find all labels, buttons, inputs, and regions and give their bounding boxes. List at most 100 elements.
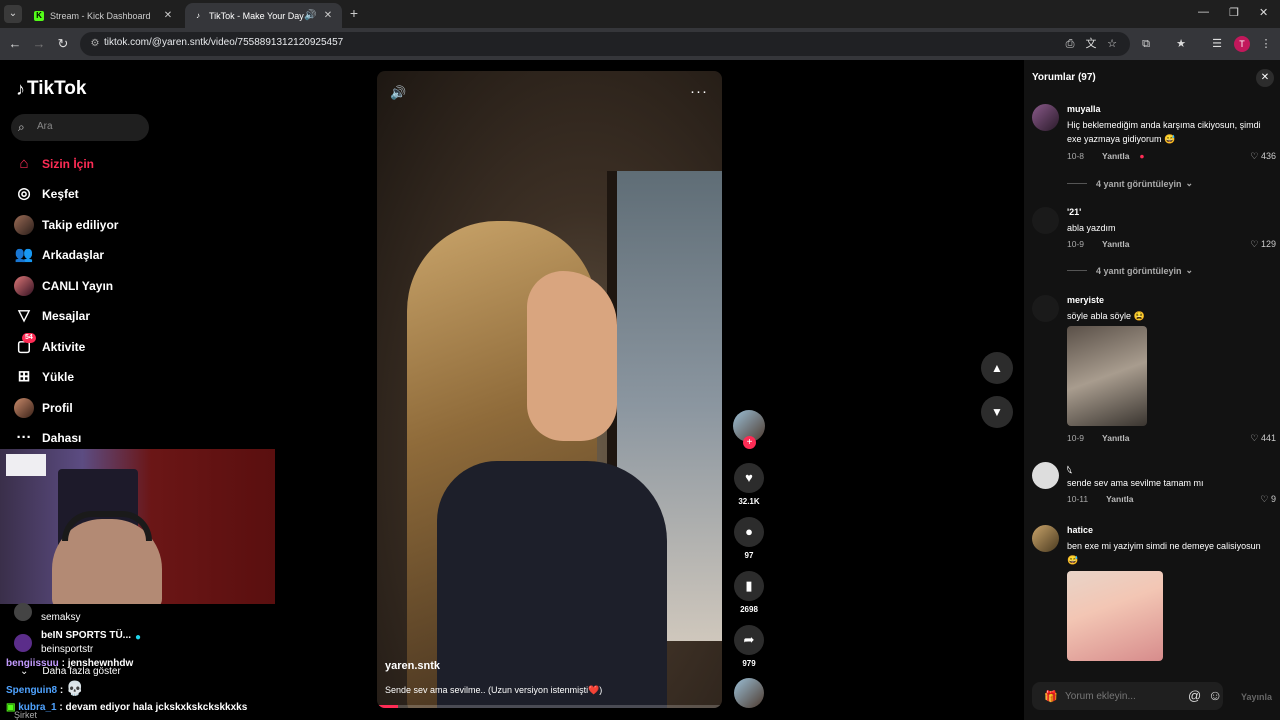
- comment-like-button[interactable]: ♡ 129: [1250, 239, 1276, 250]
- sidebar-item-label: Aktivite: [42, 340, 86, 354]
- comment-image[interactable]: [1067, 326, 1147, 426]
- reply-button[interactable]: Yanıtla: [1102, 151, 1129, 161]
- comment-button[interactable]: ● 97: [732, 517, 766, 560]
- sidebar-item-explore[interactable]: ◎ Keşfet: [14, 183, 78, 205]
- video-player[interactable]: 🔊 ··· yaren.sntk Sende sev ama sevilme..…: [377, 71, 722, 708]
- sidebar-item-for-you[interactable]: ⌂ Sizin İçin: [14, 153, 94, 175]
- avatar[interactable]: [1032, 525, 1059, 552]
- reply-button[interactable]: Yanıtla: [1106, 494, 1133, 504]
- translate-icon[interactable]: 文: [1083, 36, 1099, 52]
- video-progress-bar[interactable]: [377, 705, 722, 708]
- tab-tiktok[interactable]: ♪ TikTok - Make Your Day 🔊 ✕: [185, 3, 342, 28]
- video-author[interactable]: yaren.sntk: [385, 660, 440, 672]
- comment-like-button[interactable]: ♡ 9: [1260, 494, 1276, 505]
- sidebar-item-activity[interactable]: ▢ 54 Aktivite: [14, 333, 86, 358]
- comment-username[interactable]: '21': [1067, 207, 1081, 217]
- comment-like-button[interactable]: ♡ 436: [1250, 151, 1276, 162]
- save-button[interactable]: ▮ 2698: [732, 571, 766, 614]
- view-replies-button[interactable]: 4 yanıt görüntüleyin ⌄: [1067, 178, 1193, 189]
- comment-item: meryiste söyle abla söyle 😫 10-9 Yanıtla…: [1032, 295, 1276, 445]
- tiktok-logo[interactable]: ♪ TikTok: [16, 78, 86, 100]
- restore-icon[interactable]: ❐: [1229, 6, 1239, 19]
- comment-like-button[interactable]: ♡ 441: [1250, 433, 1276, 444]
- sidebar-item-profile[interactable]: Profil: [14, 397, 73, 419]
- avatar[interactable]: [1032, 462, 1059, 489]
- skull-emote-icon: 💀: [66, 680, 84, 696]
- share-button[interactable]: ➦ 979: [732, 625, 766, 668]
- bookmarks-icon[interactable]: ★: [1173, 36, 1189, 52]
- post-comment-button[interactable]: Yayınla: [1241, 692, 1272, 702]
- extensions-icon[interactable]: ⧉: [1138, 36, 1154, 52]
- save-count: 2698: [740, 605, 758, 614]
- sidebar-item-live[interactable]: CANLI Yayın: [14, 275, 113, 297]
- browser-tab-strip: ⌄ K Stream - Kick Dashboard ✕ ♪ TikTok -…: [0, 0, 1280, 28]
- search-input[interactable]: ⌕ Ara: [11, 114, 149, 141]
- volume-icon[interactable]: 🔊: [390, 85, 406, 101]
- reply-button[interactable]: Yanıtla: [1102, 239, 1129, 249]
- more-options-icon[interactable]: ···: [690, 83, 708, 100]
- sidebar-item-following[interactable]: Takip ediliyor: [14, 214, 118, 236]
- heart-outline-icon: ♡: [1250, 151, 1259, 161]
- next-video-button[interactable]: ▼: [981, 396, 1013, 428]
- avatar[interactable]: [1032, 104, 1059, 131]
- reading-list-icon[interactable]: ☰: [1209, 36, 1225, 52]
- comment-username[interactable]: 𓆩: [1067, 462, 1072, 477]
- install-app-icon[interactable]: ⎙: [1062, 36, 1078, 52]
- sidebar-item-friends[interactable]: 👥 Arkadaşlar: [14, 244, 104, 266]
- comment-username[interactable]: meryiste: [1067, 295, 1104, 305]
- comment-icon: ●: [734, 517, 764, 547]
- avatar: +: [733, 410, 765, 449]
- comment-date: 10-9: [1067, 239, 1085, 249]
- sidebar-item-more[interactable]: ··· Dahası: [14, 427, 82, 449]
- close-icon[interactable]: ✕: [1256, 69, 1274, 87]
- url-text[interactable]: tiktok.com/@yaren.sntk/video/75588913121…: [104, 37, 343, 48]
- minimize-icon[interactable]: —: [1198, 6, 1209, 18]
- avatar[interactable]: [1032, 295, 1059, 322]
- sidebar-item-label: Sizin İçin: [42, 157, 95, 171]
- view-replies-label: 4 yanıt görüntüleyin: [1096, 178, 1182, 189]
- comment-like-count: 129: [1260, 239, 1276, 249]
- creator-avatar[interactable]: +: [732, 410, 766, 449]
- tab-search-button[interactable]: ⌄: [4, 5, 22, 23]
- company-link[interactable]: Şirket: [14, 710, 37, 720]
- reply-button[interactable]: Yanıtla: [1102, 433, 1129, 443]
- mention-icon[interactable]: @: [1188, 688, 1201, 703]
- previous-video-button[interactable]: ▲: [981, 352, 1013, 384]
- browser-menu-icon[interactable]: ⋮: [1258, 36, 1274, 52]
- avatar[interactable]: [1032, 207, 1059, 234]
- comment-date: 10-9: [1067, 433, 1085, 443]
- following-item[interactable]: semaksy: [14, 600, 80, 623]
- reload-icon[interactable]: ↻: [54, 35, 72, 53]
- avatar: [14, 602, 32, 621]
- close-tab-icon[interactable]: ✕: [162, 10, 174, 21]
- heart-outline-icon: ♡: [1260, 494, 1269, 504]
- comment-input[interactable]: 🎁 Yorum ekleyin... @ ☺: [1032, 682, 1223, 710]
- address-bar[interactable]: ⚙ tiktok.com/@yaren.sntk/video/755889131…: [80, 32, 1130, 56]
- home-icon: ⌂: [19, 155, 29, 172]
- emoji-icon[interactable]: ☺: [1208, 687, 1222, 703]
- sound-avatar[interactable]: [732, 678, 766, 708]
- view-replies-button[interactable]: 4 yanıt görüntüleyin ⌄: [1067, 265, 1193, 276]
- sidebar-item-upload[interactable]: ⊞ Yükle: [14, 366, 74, 388]
- tab-audio-icon[interactable]: 🔊: [304, 10, 316, 21]
- forward-icon[interactable]: →: [30, 35, 48, 53]
- tab-kick-dashboard[interactable]: K Stream - Kick Dashboard ✕: [26, 3, 182, 28]
- comment-image[interactable]: [1067, 571, 1163, 661]
- bookmark-star-icon[interactable]: ☆: [1104, 36, 1120, 52]
- new-tab-button[interactable]: +: [346, 5, 362, 21]
- following-item[interactable]: beIN SPORTS TÜ... beinsportstr ●: [14, 630, 141, 655]
- profile-avatar[interactable]: T: [1234, 36, 1250, 52]
- gift-icon[interactable]: 🎁: [1044, 690, 1058, 704]
- close-tab-icon[interactable]: ✕: [322, 10, 334, 21]
- comment-date: 10-11: [1067, 494, 1089, 504]
- comment-username[interactable]: muyalla: [1067, 104, 1101, 114]
- comment-username[interactable]: hatice: [1067, 525, 1093, 535]
- sidebar-item-messages[interactable]: ▽ Mesajlar: [14, 305, 90, 327]
- close-window-icon[interactable]: ✕: [1259, 6, 1268, 19]
- site-settings-icon[interactable]: ⚙: [88, 37, 102, 51]
- share-icon: ➦: [734, 625, 764, 655]
- back-icon[interactable]: ←: [6, 35, 24, 53]
- heart-icon: ♥: [734, 463, 764, 493]
- like-button[interactable]: ♥ 32.1K: [732, 463, 766, 506]
- follow-plus-icon[interactable]: +: [743, 436, 756, 449]
